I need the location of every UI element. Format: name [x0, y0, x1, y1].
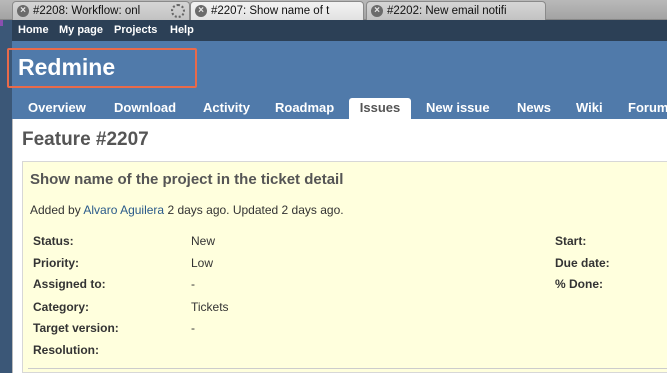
- attributes-divider: [28, 368, 667, 369]
- window-edge-marker: [0, 20, 3, 26]
- loading-spinner-icon: [171, 4, 185, 18]
- close-tab-icon[interactable]: ×: [17, 5, 29, 17]
- author-link[interactable]: Alvaro Aguilera: [83, 203, 164, 217]
- browser-tab-2202[interactable]: × #2202: New email notifi: [366, 1, 546, 20]
- highlight-annotation-box: [7, 48, 197, 88]
- browser-tab-2208[interactable]: × #2208: Workflow: onl: [12, 1, 190, 20]
- close-tab-icon[interactable]: ×: [195, 5, 207, 17]
- issue-subject: Show name of the project in the ticket d…: [30, 171, 344, 188]
- resolution-label: Resolution:: [33, 343, 99, 357]
- tab-activity[interactable]: Activity: [203, 98, 250, 119]
- issue-author-line: Added by Alvaro Aguilera 2 days ago. Upd…: [30, 203, 344, 217]
- top-menu-help[interactable]: Help: [170, 24, 194, 36]
- tab-label: #2202: New email notifi: [387, 5, 507, 17]
- tab-new-issue[interactable]: New issue: [426, 98, 490, 119]
- top-menu-projects[interactable]: Projects: [114, 24, 157, 36]
- top-menu: Home My page Projects Help: [12, 20, 667, 41]
- target-version-label: Target version:: [33, 321, 119, 335]
- added-updated-time: 2 days ago. Updated 2 days ago.: [167, 203, 344, 217]
- added-by-prefix: Added by: [30, 203, 81, 217]
- browser-tab-strip: × #2208: Workflow: onl × #2207: Show nam…: [0, 0, 667, 20]
- top-menu-home[interactable]: Home: [18, 24, 49, 36]
- assigned-to-label: Assigned to:: [33, 277, 106, 291]
- content-area: Feature #2207 Show name of the project i…: [12, 119, 667, 373]
- start-label: Start:: [555, 234, 587, 248]
- tab-label: #2208: Workflow: onl: [33, 5, 141, 17]
- status-value: New: [191, 234, 216, 248]
- tab-overview[interactable]: Overview: [28, 98, 86, 119]
- priority-label: Priority:: [33, 256, 80, 270]
- tab-download[interactable]: Download: [114, 98, 176, 119]
- tab-wiki[interactable]: Wiki: [576, 98, 603, 119]
- tab-forum[interactable]: Forum: [628, 98, 667, 119]
- target-version-value: -: [191, 321, 195, 335]
- tab-issues[interactable]: Issues: [349, 98, 411, 119]
- tab-news[interactable]: News: [517, 98, 551, 119]
- tab-roadmap[interactable]: Roadmap: [275, 98, 334, 119]
- priority-value: Low: [191, 256, 214, 270]
- due-date-label: Due date:: [555, 256, 610, 270]
- category-value: Tickets: [191, 300, 229, 314]
- top-menu-my-page[interactable]: My page: [59, 24, 103, 36]
- page-title: Feature #2207: [22, 129, 149, 150]
- assigned-to-value: -: [191, 277, 195, 291]
- content-left-border: [12, 119, 13, 373]
- close-tab-icon[interactable]: ×: [371, 5, 383, 17]
- status-label: Status:: [33, 234, 74, 248]
- percent-done-label: % Done:: [555, 277, 603, 291]
- tab-label: #2207: Show name of t: [211, 5, 330, 17]
- main-menu: Overview Download Activity Roadmap Issue…: [12, 96, 667, 119]
- browser-tab-2207[interactable]: × #2207: Show name of t: [190, 1, 364, 20]
- issue-details-box: Show name of the project in the ticket d…: [22, 161, 667, 373]
- category-label: Category:: [33, 300, 90, 314]
